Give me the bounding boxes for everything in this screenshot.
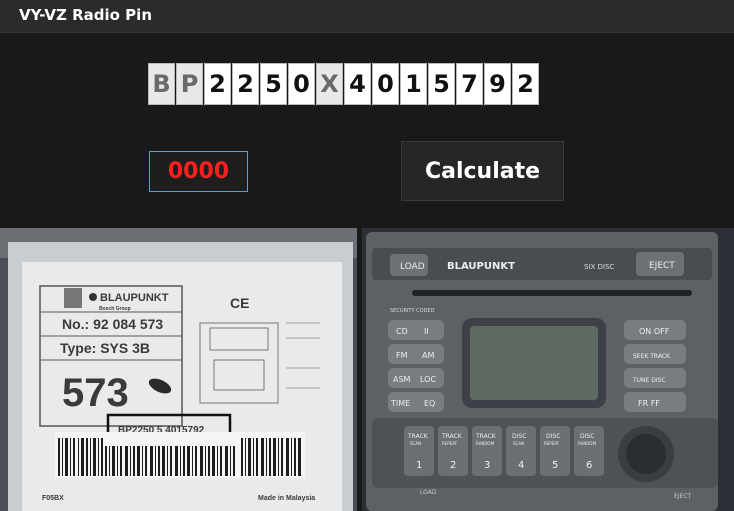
preset-5-num: 5 <box>552 460 558 471</box>
radio-unit-photo: LOAD BLAUPUNKT SIX DISC EJECT SECURITY C… <box>362 228 734 511</box>
preset-4-label: DISC <box>512 433 526 440</box>
radio-label-photo: BLAUPUNKT Bosch Group No.: 92 084 573 Ty… <box>0 228 357 511</box>
serial-digit-input[interactable]: 1 <box>400 63 427 105</box>
btn-am: AM <box>422 351 434 360</box>
load-label: LOAD <box>400 262 425 272</box>
serial-digit-input[interactable]: 2 <box>232 63 259 105</box>
serial-prefix-char: B <box>148 63 175 105</box>
serial-digit-input[interactable]: 4 <box>344 63 371 105</box>
btn-eq: EQ <box>424 399 435 408</box>
preset-1-num: 1 <box>416 460 422 471</box>
gm-logo-icon <box>64 288 82 308</box>
serial-digit-input[interactable]: 7 <box>456 63 483 105</box>
serial-prefix-char: P <box>176 63 203 105</box>
btn-pause: II <box>424 327 429 336</box>
calculate-button[interactable]: Calculate <box>401 141 564 201</box>
btn-seek-track: SEEK TRACK <box>633 353 671 360</box>
eject-label: EJECT <box>649 261 675 271</box>
title-bar: VY-VZ Radio Pin <box>0 0 734 33</box>
btn-tune-disc: TUNE DISC <box>632 377 666 384</box>
six-disc-label: SIX DISC <box>584 263 614 271</box>
btn-fr-ff: FR FF <box>638 399 660 408</box>
preset-3-label: TRACK <box>475 433 497 440</box>
preset-6-num: 6 <box>586 460 592 471</box>
preset-6-label: DISC <box>580 433 594 440</box>
serial-digit-input[interactable]: 0 <box>288 63 315 105</box>
preset-3-sub: RANDOM <box>476 441 495 446</box>
preset-3-num: 3 <box>484 460 490 471</box>
bottom-eject-label: EJECT <box>674 493 692 500</box>
label-part-number: No.: 92 084 573 <box>62 316 163 332</box>
btn-cd: CD <box>396 327 408 336</box>
serial-number-field[interactable]: B P 2 2 5 0 X 4 0 1 5 7 9 2 <box>148 63 540 105</box>
preset-1-label: TRACK <box>407 433 429 440</box>
serial-digit-input[interactable]: 0 <box>372 63 399 105</box>
serial-digit-input[interactable]: 2 <box>204 63 231 105</box>
preset-2-label: TRACK <box>441 433 463 440</box>
btn-time: TIME <box>390 399 410 408</box>
serial-digit-input[interactable]: 2 <box>512 63 539 105</box>
serial-separator-char: X <box>316 63 343 105</box>
preset-6-sub: RANDOM <box>578 441 597 446</box>
preset-2-sub: REPEAT <box>442 441 458 446</box>
bottom-load-label: LOAD <box>420 489 437 496</box>
app-title: VY-VZ Radio Pin <box>19 6 153 24</box>
preset-1-sub: SCAN <box>410 441 421 446</box>
label-made-in: Made in Malaysia <box>258 495 315 502</box>
security-label: SECURITY CODED <box>390 308 435 314</box>
label-brand: BLAUPUNKT <box>100 292 169 304</box>
serial-digit-input[interactable]: 5 <box>428 63 455 105</box>
ce-mark: CE <box>230 295 249 311</box>
preset-4-sub: SCAN <box>513 441 524 446</box>
pin-output-field: 0000 <box>149 151 248 192</box>
label-type: Type: SYS 3B <box>60 340 150 356</box>
btn-loc: LOC <box>420 375 436 384</box>
btn-fm: FM <box>396 351 408 360</box>
radio-brand: BLAUPUNKT <box>447 261 515 272</box>
preset-5-label: DISC <box>546 433 560 440</box>
label-code: 573 <box>62 371 129 415</box>
btn-on-off: ON OFF <box>639 327 670 336</box>
preset-4-num: 4 <box>518 460 524 471</box>
preset-5-sub: REPEAT <box>544 441 560 446</box>
preset-2-num: 2 <box>450 460 456 471</box>
serial-digit-input[interactable]: 5 <box>260 63 287 105</box>
label-footer-code: F05BX <box>42 495 64 502</box>
serial-digit-input[interactable]: 9 <box>484 63 511 105</box>
label-brand-sub: Bosch Group <box>99 306 131 312</box>
btn-asm: ASM <box>393 375 411 384</box>
